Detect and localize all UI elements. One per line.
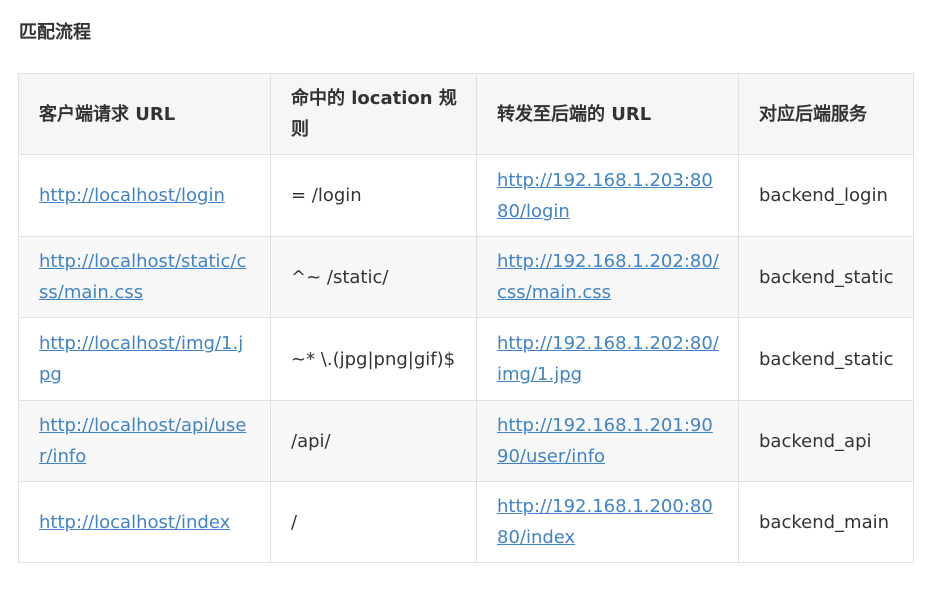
header-client-url: 客户端请求 URL xyxy=(18,73,271,155)
cell-backend-url: http://192.168.1.201:9090/user/info xyxy=(476,400,739,482)
cell-location-rule: ^~ /static/ xyxy=(270,236,477,318)
backend-url-link[interactable]: http://192.168.1.200:8080/index xyxy=(497,496,713,548)
cell-backend-service: backend_static xyxy=(738,317,914,401)
cell-location-rule: / xyxy=(270,481,477,563)
client-url-link[interactable]: http://localhost/login xyxy=(39,185,225,206)
table-row: http://localhost/api/user/info /api/ htt… xyxy=(18,400,914,482)
cell-location-rule: = /login xyxy=(270,154,477,237)
cell-location-rule: /api/ xyxy=(270,400,477,482)
cell-backend-url: http://192.168.1.200:8080/index xyxy=(476,481,739,563)
client-url-link[interactable]: http://localhost/index xyxy=(39,512,230,533)
table-row: http://localhost/index / http://192.168.… xyxy=(18,481,914,563)
cell-backend-service: backend_login xyxy=(738,154,914,237)
matching-flow-table: 客户端请求 URL 命中的 location 规则 转发至后端的 URL 对应后… xyxy=(18,73,914,563)
cell-client-url: http://localhost/img/1.jpg xyxy=(18,317,271,401)
backend-url-link[interactable]: http://192.168.1.203:8080/login xyxy=(497,170,713,222)
cell-location-rule: ~* \.(jpg|png|gif)$ xyxy=(270,317,477,401)
cell-backend-service: backend_static xyxy=(738,236,914,318)
table-row: http://localhost/login = /login http://1… xyxy=(18,154,914,237)
backend-url-link[interactable]: http://192.168.1.202:80/css/main.css xyxy=(497,251,719,303)
backend-url-link[interactable]: http://192.168.1.202:80/img/1.jpg xyxy=(497,333,719,385)
cell-backend-service: backend_main xyxy=(738,481,914,563)
client-url-link[interactable]: http://localhost/static/css/main.css xyxy=(39,251,246,303)
cell-client-url: http://localhost/static/css/main.css xyxy=(18,236,271,318)
backend-url-link[interactable]: http://192.168.1.201:9090/user/info xyxy=(497,415,713,467)
document-page: 匹配流程 客户端请求 URL 命中的 location 规则 转发至后端的 UR… xyxy=(0,0,942,591)
cell-client-url: http://localhost/index xyxy=(18,481,271,563)
table-row: http://localhost/img/1.jpg ~* \.(jpg|png… xyxy=(18,317,914,401)
header-backend-url: 转发至后端的 URL xyxy=(476,73,739,155)
header-location-rule: 命中的 location 规则 xyxy=(270,73,477,155)
table-header-row: 客户端请求 URL 命中的 location 规则 转发至后端的 URL 对应后… xyxy=(18,73,914,155)
header-backend-service: 对应后端服务 xyxy=(738,73,914,155)
cell-backend-url: http://192.168.1.203:8080/login xyxy=(476,154,739,237)
cell-backend-service: backend_api xyxy=(738,400,914,482)
cell-client-url: http://localhost/login xyxy=(18,154,271,237)
cell-backend-url: http://192.168.1.202:80/img/1.jpg xyxy=(476,317,739,401)
cell-backend-url: http://192.168.1.202:80/css/main.css xyxy=(476,236,739,318)
client-url-link[interactable]: http://localhost/img/1.jpg xyxy=(39,333,243,385)
client-url-link[interactable]: http://localhost/api/user/info xyxy=(39,415,246,467)
section-title: 匹配流程 xyxy=(19,22,91,43)
table-row: http://localhost/static/css/main.css ^~ … xyxy=(18,236,914,318)
cell-client-url: http://localhost/api/user/info xyxy=(18,400,271,482)
